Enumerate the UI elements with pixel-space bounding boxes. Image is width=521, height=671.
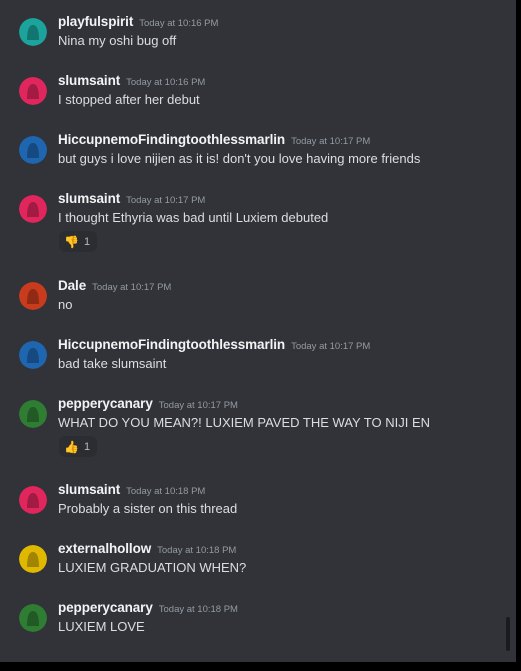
message-text: LUXIEM GRADUATION WHEN? (58, 560, 247, 575)
avatar[interactable] (19, 195, 47, 223)
message-author[interactable]: pepperycanary (58, 600, 153, 615)
thumbs-down-icon: 👎 (64, 234, 79, 249)
scrollbar[interactable] (506, 617, 510, 651)
message-text: Probably a sister on this thread (58, 501, 238, 516)
message-author[interactable]: Dale (58, 278, 86, 293)
message-author[interactable]: slumsaint (58, 191, 120, 206)
reaction-thumbs-down[interactable]: 👎 1 (59, 231, 98, 252)
message-text: LUXIEM LOVE (58, 619, 145, 634)
reaction-count: 1 (83, 440, 91, 453)
message-timestamp: Today at 10:17 PM (291, 136, 371, 147)
message-author[interactable]: HiccupnemoFindingtoothlessmarlin (58, 132, 285, 147)
reaction-thumbs-up[interactable]: 👍 1 (59, 436, 98, 457)
message-text: WHAT DO YOU MEAN?! LUXIEM PAVED THE WAY … (58, 415, 431, 430)
avatar[interactable] (19, 486, 47, 514)
message-text: I thought Ethyria was bad until Luxiem d… (58, 210, 329, 225)
avatar[interactable] (19, 545, 47, 573)
avatar[interactable] (19, 18, 47, 46)
message-timestamp: Today at 10:18 PM (126, 486, 206, 497)
message-text: but guys i love nijien as it is! don't y… (58, 151, 421, 166)
message-author[interactable]: externalhollow (58, 541, 151, 556)
message-text: bad take slumsaint (58, 356, 167, 371)
message-author[interactable]: pepperycanary (58, 396, 153, 411)
reaction-count: 1 (83, 235, 91, 248)
message-text: I stopped after her debut (58, 92, 200, 107)
chat-message-list[interactable]: playfulspirit Today at 10:16 PM Nina my o… (0, 0, 516, 662)
avatar[interactable] (19, 136, 47, 164)
message-timestamp: Today at 10:16 PM (139, 18, 219, 29)
message-timestamp: Today at 10:17 PM (126, 195, 206, 206)
message-author[interactable]: slumsaint (58, 482, 120, 497)
message-timestamp: Today at 10:16 PM (126, 77, 206, 88)
message-timestamp: Today at 10:18 PM (157, 545, 237, 556)
avatar[interactable] (19, 604, 47, 632)
message-timestamp: Today at 10:17 PM (92, 282, 172, 293)
message-timestamp: Today at 10:17 PM (291, 341, 371, 352)
message-text: no (58, 297, 73, 312)
message-author[interactable]: playfulspirit (58, 14, 133, 29)
message-author[interactable]: HiccupnemoFindingtoothlessmarlin (58, 337, 285, 352)
message-timestamp: Today at 10:18 PM (158, 604, 238, 615)
avatar[interactable] (19, 400, 47, 428)
message-author[interactable]: slumsaint (58, 73, 120, 88)
thumbs-up-icon: 👍 (64, 439, 79, 454)
avatar[interactable] (19, 77, 47, 105)
avatar[interactable] (19, 282, 47, 310)
message-timestamp: Today at 10:17 PM (158, 400, 238, 411)
avatar[interactable] (19, 341, 47, 369)
message-text: Nina my oshi bug off (58, 33, 177, 48)
